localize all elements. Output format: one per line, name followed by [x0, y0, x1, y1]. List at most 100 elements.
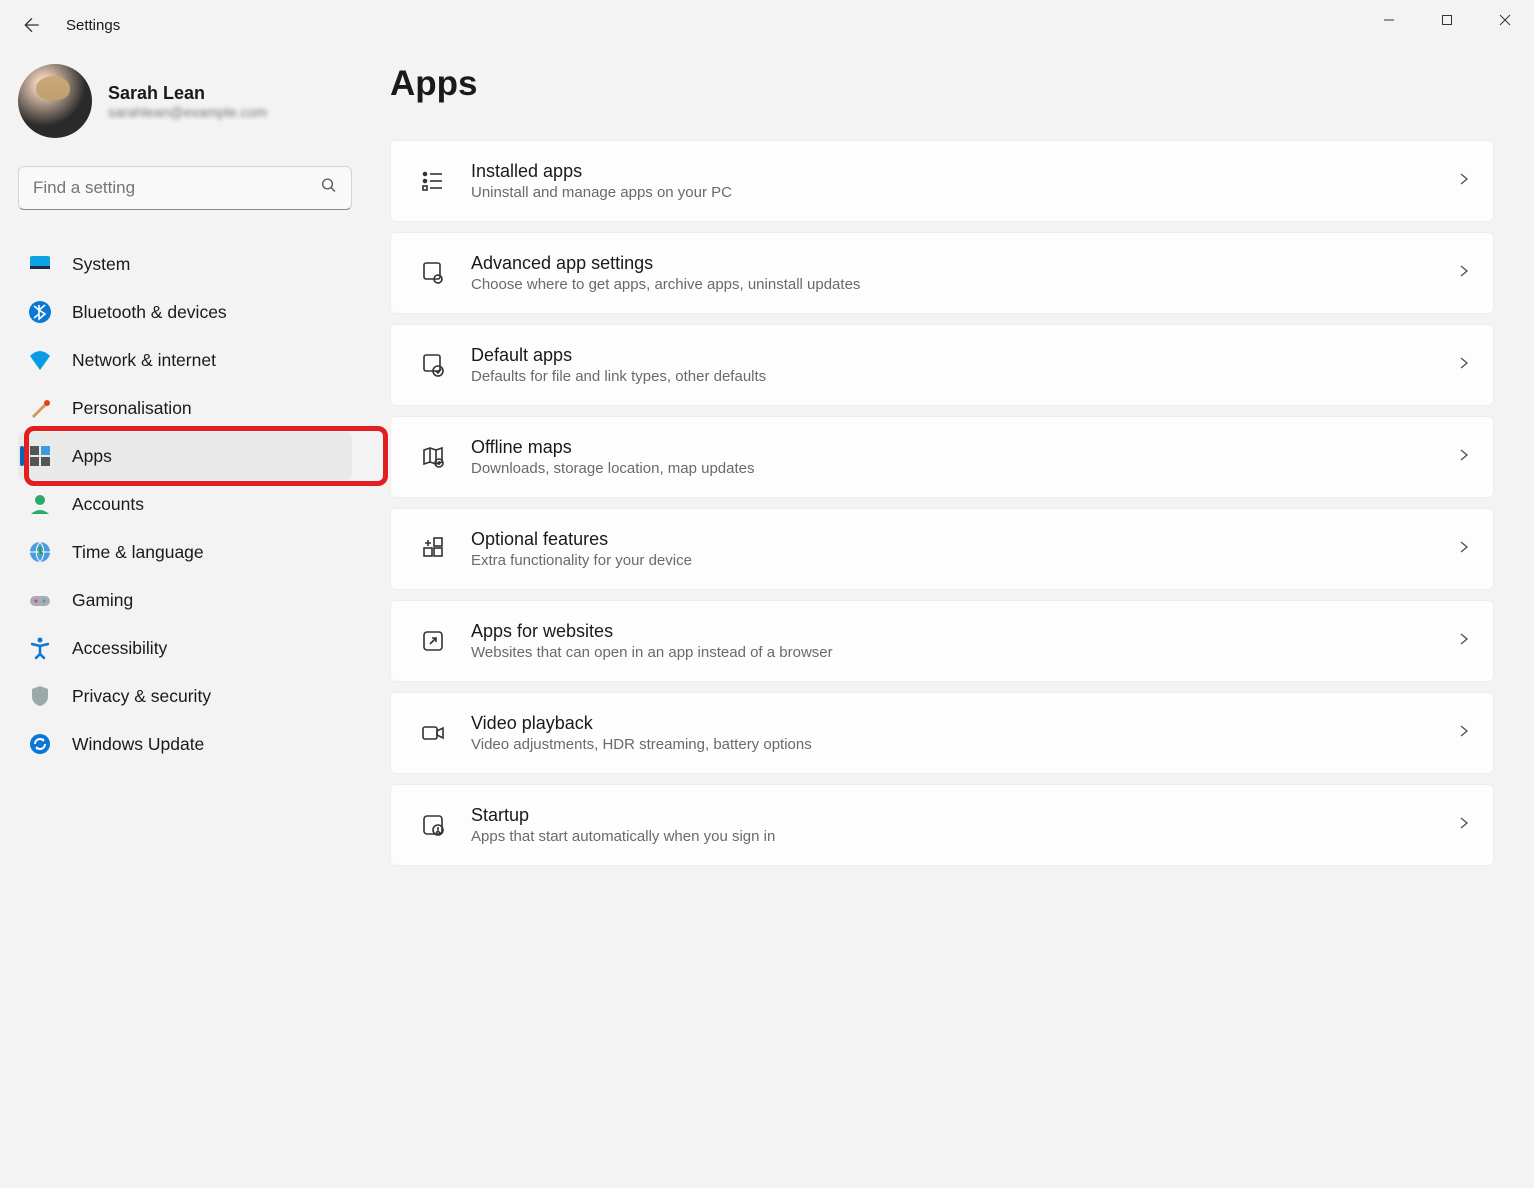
startup-icon	[413, 805, 453, 845]
card-title: Apps for websites	[471, 621, 1457, 642]
time-icon	[28, 540, 52, 564]
card-text: Optional features Extra functionality fo…	[471, 529, 1457, 569]
maximize-icon	[1441, 14, 1453, 26]
close-button[interactable]	[1476, 0, 1534, 40]
card-title: Advanced app settings	[471, 253, 1457, 274]
card-optional[interactable]: Optional features Extra functionality fo…	[390, 508, 1494, 590]
avatar	[18, 64, 92, 138]
card-subtitle: Websites that can open in an app instead…	[471, 644, 1457, 661]
network-icon	[28, 348, 52, 372]
card-default[interactable]: Default apps Defaults for file and link …	[390, 324, 1494, 406]
advanced-icon	[413, 253, 453, 293]
sidebar-item-label: Privacy & security	[72, 686, 211, 707]
sidebar-item-label: Accounts	[72, 494, 144, 515]
card-title: Offline maps	[471, 437, 1457, 458]
window-controls	[1360, 0, 1534, 40]
chevron-right-icon	[1457, 448, 1471, 467]
accessibility-icon	[28, 636, 52, 660]
search-input[interactable]	[18, 166, 352, 210]
personalisation-icon	[28, 396, 52, 420]
profile-name: Sarah Lean	[108, 83, 267, 104]
sidebar-item-time[interactable]: Time & language	[18, 528, 352, 576]
main: Apps Installed apps Uninstall and manage…	[370, 64, 1534, 876]
card-text: Installed apps Uninstall and manage apps…	[471, 161, 1457, 201]
card-text: Default apps Defaults for file and link …	[471, 345, 1457, 385]
optional-icon	[413, 529, 453, 569]
card-title: Startup	[471, 805, 1457, 826]
sidebar-item-label: Gaming	[72, 590, 133, 611]
chevron-right-icon	[1457, 356, 1471, 375]
card-title: Optional features	[471, 529, 1457, 550]
profile[interactable]: Sarah Lean sarahlean@example.com	[18, 64, 352, 138]
apps-icon	[28, 444, 52, 468]
chevron-right-icon	[1457, 632, 1471, 651]
card-subtitle: Extra functionality for your device	[471, 552, 1457, 569]
search	[18, 166, 352, 210]
sidebar-item-gaming[interactable]: Gaming	[18, 576, 352, 624]
page-title: Apps	[390, 64, 1494, 104]
sidebar-item-bluetooth[interactable]: Bluetooth & devices	[18, 288, 352, 336]
sidebar-item-personalisation[interactable]: Personalisation	[18, 384, 352, 432]
card-subtitle: Apps that start automatically when you s…	[471, 828, 1457, 845]
card-text: Startup Apps that start automatically wh…	[471, 805, 1457, 845]
chevron-right-icon	[1457, 172, 1471, 191]
card-text: Apps for websites Websites that can open…	[471, 621, 1457, 661]
privacy-icon	[28, 684, 52, 708]
maximize-button[interactable]	[1418, 0, 1476, 40]
minimize-button[interactable]	[1360, 0, 1418, 40]
sidebar-item-accounts[interactable]: Accounts	[18, 480, 352, 528]
card-title: Installed apps	[471, 161, 1457, 182]
sidebar-item-label: Apps	[72, 446, 112, 467]
gaming-icon	[28, 588, 52, 612]
card-text: Video playback Video adjustments, HDR st…	[471, 713, 1457, 753]
titlebar: Settings	[0, 0, 1534, 50]
sidebar: Sarah Lean sarahlean@example.com System …	[0, 64, 370, 876]
close-icon	[1499, 14, 1511, 26]
installed-icon	[413, 161, 453, 201]
sidebar-item-apps[interactable]: Apps	[18, 432, 352, 480]
sidebar-item-label: Windows Update	[72, 734, 204, 755]
card-title: Video playback	[471, 713, 1457, 734]
websites-icon	[413, 621, 453, 661]
chevron-right-icon	[1457, 724, 1471, 743]
card-offline[interactable]: Offline maps Downloads, storage location…	[390, 416, 1494, 498]
sidebar-item-privacy[interactable]: Privacy & security	[18, 672, 352, 720]
sidebar-item-update[interactable]: Windows Update	[18, 720, 352, 768]
back-arrow-icon	[22, 15, 42, 35]
card-subtitle: Video adjustments, HDR streaming, batter…	[471, 736, 1457, 753]
card-title: Default apps	[471, 345, 1457, 366]
minimize-icon	[1383, 14, 1395, 26]
sidebar-nav: System Bluetooth & devices Network & int…	[18, 240, 352, 768]
sidebar-item-system[interactable]: System	[18, 240, 352, 288]
card-video[interactable]: Video playback Video adjustments, HDR st…	[390, 692, 1494, 774]
card-subtitle: Choose where to get apps, archive apps, …	[471, 276, 1457, 293]
sidebar-item-network[interactable]: Network & internet	[18, 336, 352, 384]
card-websites[interactable]: Apps for websites Websites that can open…	[390, 600, 1494, 682]
sidebar-item-accessibility[interactable]: Accessibility	[18, 624, 352, 672]
offline-icon	[413, 437, 453, 477]
chevron-right-icon	[1457, 816, 1471, 835]
update-icon	[28, 732, 52, 756]
card-subtitle: Uninstall and manage apps on your PC	[471, 184, 1457, 201]
chevron-right-icon	[1457, 540, 1471, 559]
default-icon	[413, 345, 453, 385]
sidebar-item-label: Network & internet	[72, 350, 216, 371]
chevron-right-icon	[1457, 264, 1471, 283]
search-icon	[320, 177, 338, 200]
profile-email: sarahlean@example.com	[108, 104, 267, 120]
card-installed[interactable]: Installed apps Uninstall and manage apps…	[390, 140, 1494, 222]
sidebar-item-label: Personalisation	[72, 398, 192, 419]
card-subtitle: Downloads, storage location, map updates	[471, 460, 1457, 477]
accounts-icon	[28, 492, 52, 516]
card-startup[interactable]: Startup Apps that start automatically wh…	[390, 784, 1494, 866]
sidebar-item-label: Bluetooth & devices	[72, 302, 227, 323]
card-text: Advanced app settings Choose where to ge…	[471, 253, 1457, 293]
sidebar-item-label: System	[72, 254, 130, 275]
card-text: Offline maps Downloads, storage location…	[471, 437, 1457, 477]
bluetooth-icon	[28, 300, 52, 324]
sidebar-item-label: Time & language	[72, 542, 204, 563]
system-icon	[28, 252, 52, 276]
back-button[interactable]	[12, 5, 52, 45]
cards-list: Installed apps Uninstall and manage apps…	[390, 140, 1494, 866]
card-advanced[interactable]: Advanced app settings Choose where to ge…	[390, 232, 1494, 314]
